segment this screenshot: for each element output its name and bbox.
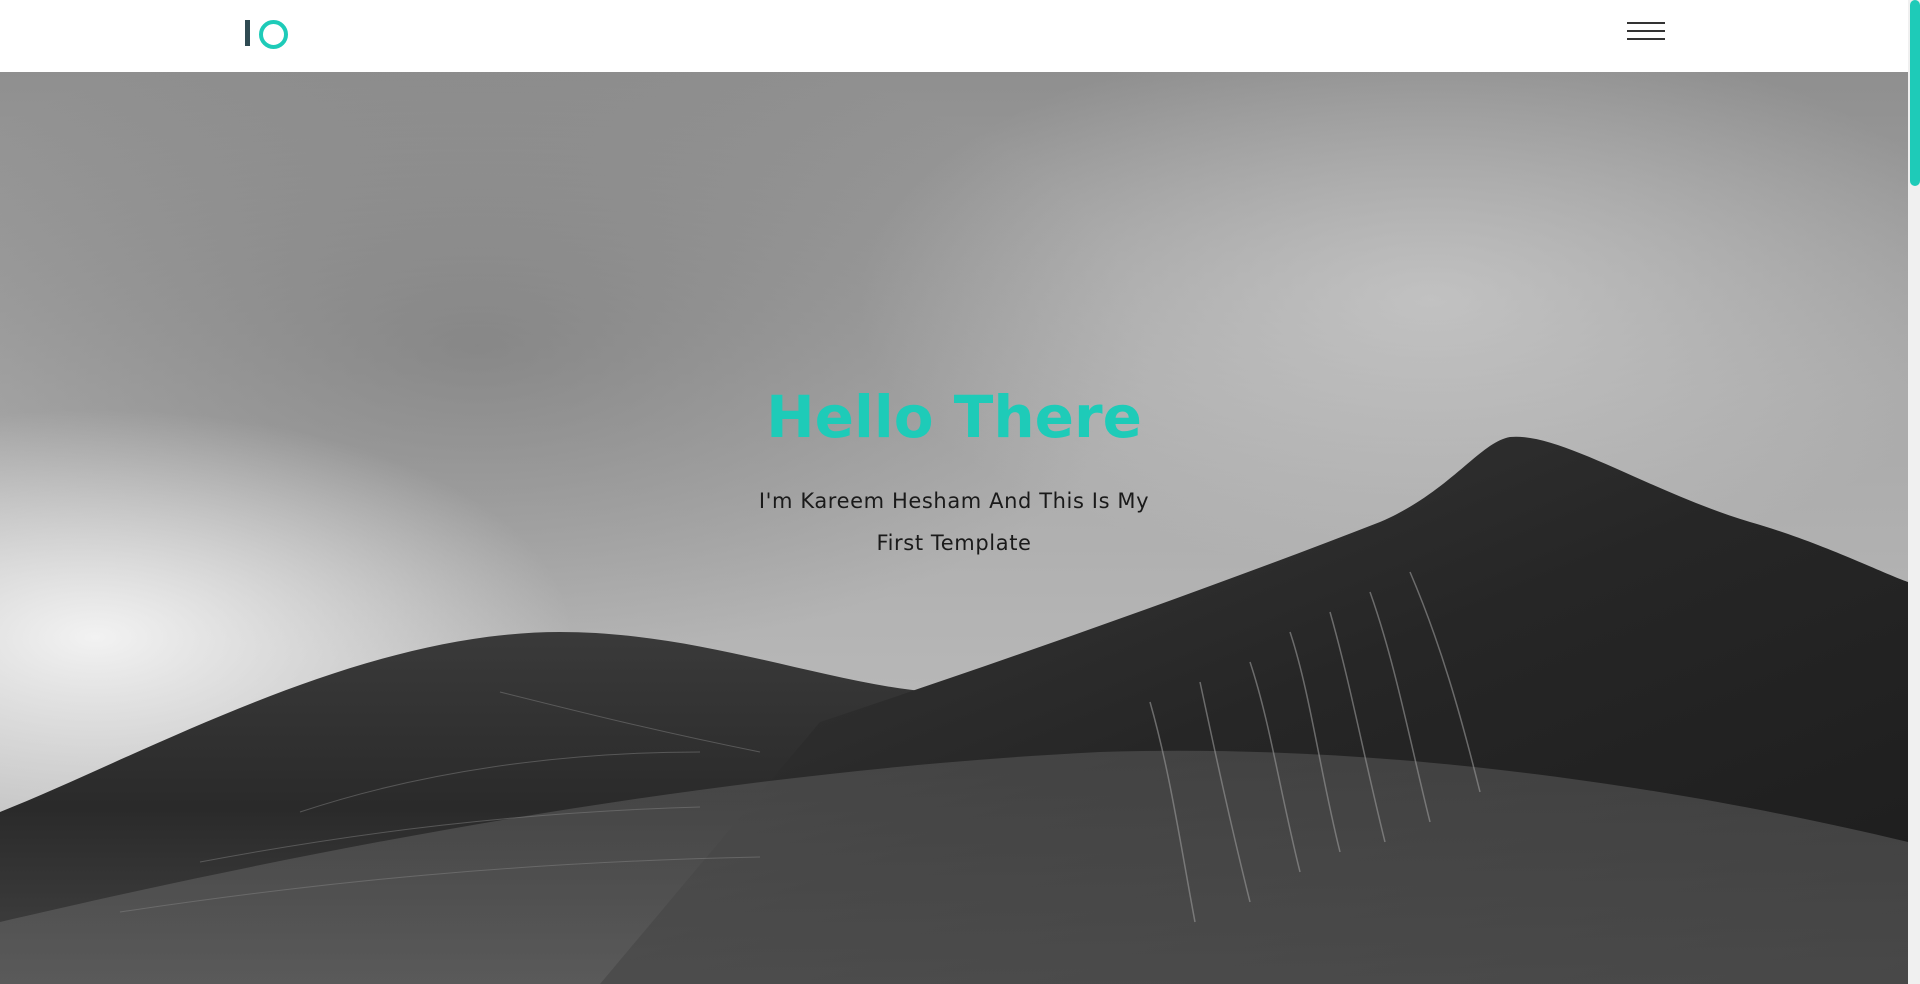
- site-header: [0, 0, 1908, 72]
- hamburger-menu-icon[interactable]: [1626, 19, 1668, 45]
- menu-line: [1627, 22, 1665, 24]
- io-logo-icon[interactable]: [245, 18, 288, 49]
- logo-ring: [259, 20, 288, 49]
- menu-line: [1627, 30, 1665, 32]
- page: Hello There I'm Kareem Hesham And This I…: [0, 0, 1920, 984]
- scrollbar-thumb[interactable]: [1910, 0, 1920, 186]
- hero-section: Hello There I'm Kareem Hesham And This I…: [0, 72, 1908, 984]
- menu-line: [1627, 38, 1665, 40]
- logo-bar: [245, 20, 250, 46]
- scrollbar[interactable]: [1908, 0, 1920, 984]
- hero-text-block: Hello There I'm Kareem Hesham And This I…: [0, 382, 1908, 564]
- hero-title: Hello There: [766, 383, 1142, 451]
- hero-subtitle: I'm Kareem Hesham And This Is My First T…: [758, 489, 1150, 555]
